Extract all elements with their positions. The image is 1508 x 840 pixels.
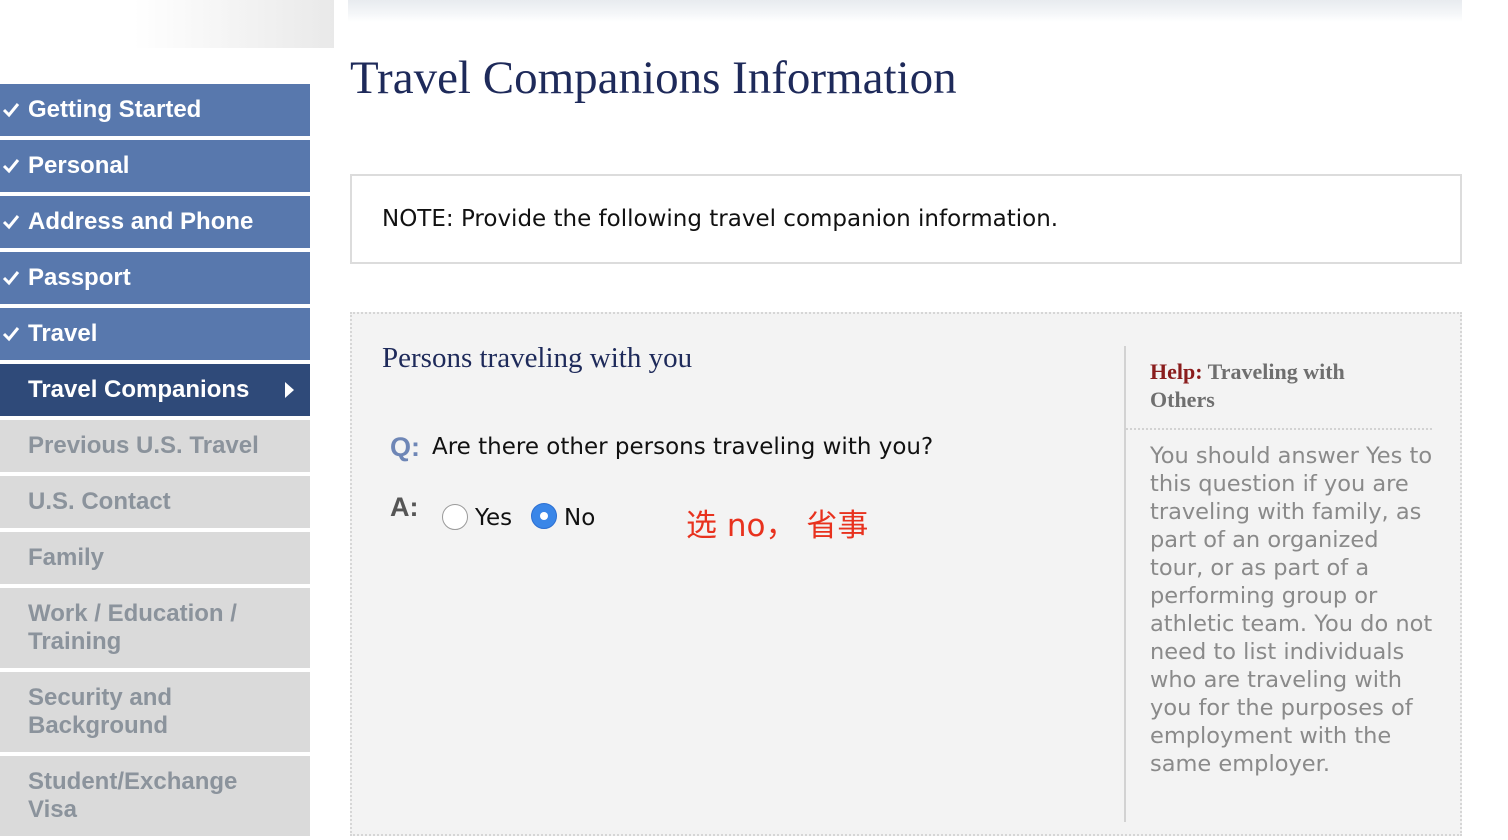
help-body: You should answer Yes to this question i… — [1150, 443, 1433, 777]
sidebar-item-label: Getting Started — [28, 96, 202, 123]
sidebar-item-label: Travel Companions — [28, 376, 250, 403]
help-title: Help: Traveling with Others — [1150, 358, 1400, 414]
sidebar-item-family[interactable]: Family — [0, 532, 310, 584]
sidebar-item-label: Personal — [28, 152, 130, 179]
help-divider — [1126, 428, 1432, 430]
radio-yes[interactable] — [442, 504, 468, 530]
sidebar-item-label: Address and Phone — [28, 208, 254, 235]
sidebar-item-travel-companions[interactable]: Travel Companions — [0, 364, 310, 416]
sidebar-nav: Getting Started Personal Address and Pho… — [0, 84, 310, 840]
sidebar-item-label: Travel — [28, 320, 98, 347]
sidebar-item-label: Student/Exchange Visa — [28, 768, 238, 823]
check-icon — [2, 271, 20, 286]
help-prefix: Help: — [1150, 359, 1203, 384]
sidebar-item-student-exchange-visa[interactable]: Student/Exchange Visa — [0, 756, 310, 836]
note-text: NOTE: Provide the following travel compa… — [382, 206, 1059, 232]
note-box: NOTE: Provide the following travel compa… — [350, 174, 1462, 264]
sidebar-item-us-contact[interactable]: U.S. Contact — [0, 476, 310, 528]
check-icon — [2, 215, 20, 230]
check-icon — [2, 159, 20, 174]
answer-label: A: — [390, 492, 419, 522]
sidebar-item-passport[interactable]: Passport — [0, 252, 310, 304]
sidebar-item-security-and-background[interactable]: Security and Background — [0, 672, 310, 752]
sidebar-item-label: Passport — [28, 264, 131, 291]
header-decoration-right — [348, 0, 1462, 22]
check-icon — [2, 327, 20, 342]
sidebar-item-previous-us-travel[interactable]: Previous U.S. Travel — [0, 420, 310, 472]
check-icon — [2, 103, 20, 118]
sidebar-item-getting-started[interactable]: Getting Started — [0, 84, 310, 136]
section-title: Persons traveling with you — [382, 342, 693, 374]
arrow-right-icon — [285, 382, 294, 398]
help-panel: Help: Traveling with Others You should a… — [1124, 346, 1434, 822]
annotation-text: 选 no， 省事 — [686, 508, 869, 544]
question-label: Q: — [390, 432, 420, 462]
sidebar-item-label: Security and Background — [28, 684, 173, 739]
sidebar-item-travel[interactable]: Travel — [0, 308, 310, 360]
sidebar-item-address-and-phone[interactable]: Address and Phone — [0, 196, 310, 248]
sidebar-item-label: Previous U.S. Travel — [28, 432, 259, 459]
question-text: Are there other persons traveling with y… — [432, 434, 934, 460]
sidebar-item-work-education-training[interactable]: Work / Education / Training — [0, 588, 310, 668]
radio-no[interactable] — [531, 503, 557, 529]
question-panel: Persons traveling with you Q: Are there … — [350, 312, 1462, 836]
sidebar-item-label: Work / Education / Training — [28, 600, 237, 655]
sidebar-item-personal[interactable]: Personal — [0, 140, 310, 192]
sidebar-item-label: Family — [28, 544, 105, 571]
radio-yes-label[interactable]: Yes — [475, 505, 512, 531]
page-title: Travel Companions Information — [350, 52, 957, 104]
sidebar-item-label: U.S. Contact — [28, 488, 171, 515]
header-decoration-left — [0, 0, 334, 48]
radio-no-label[interactable]: No — [564, 505, 595, 531]
